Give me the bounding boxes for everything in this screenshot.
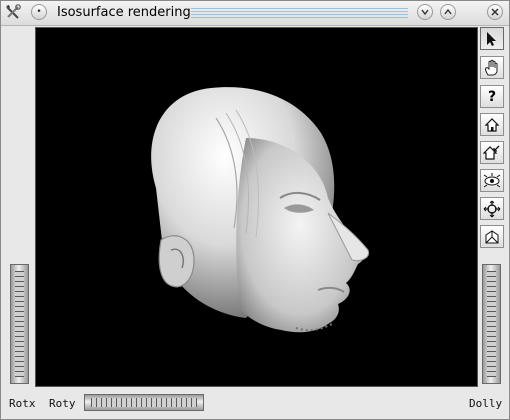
close-icon[interactable] [487,4,503,20]
roty-label: Roty [49,397,76,410]
hand-icon[interactable] [480,56,504,79]
roty-thumbwheel[interactable] [84,394,204,411]
set-home-icon[interactable] [480,141,504,164]
window-title: Isosurface rendering [57,5,191,20]
maximize-icon[interactable] [440,4,456,20]
home-icon[interactable] [480,113,504,136]
title-bar[interactable]: • Isosurface rendering [1,1,509,26]
rotx-label: Rotx [9,397,36,410]
minimize-icon[interactable] [417,4,433,20]
dolly-label: Dolly [469,397,503,410]
tools-icon[interactable] [5,4,21,20]
isosurface-head-render [151,87,370,333]
seek-icon[interactable] [480,197,504,220]
render-viewport[interactable] [35,27,478,387]
app-window: • Isosurface rendering ? Rotx Roty Dolly [0,0,510,420]
menu-dot-icon[interactable]: • [31,4,47,20]
select-arrow-icon[interactable] [480,27,504,50]
view-all-icon[interactable] [480,169,504,192]
dolly-thumbwheel[interactable] [482,264,501,384]
title-bar-grip [191,8,408,18]
perspective-icon[interactable] [480,225,504,248]
rotx-thumbwheel[interactable] [10,264,29,384]
help-icon[interactable]: ? [480,85,504,108]
